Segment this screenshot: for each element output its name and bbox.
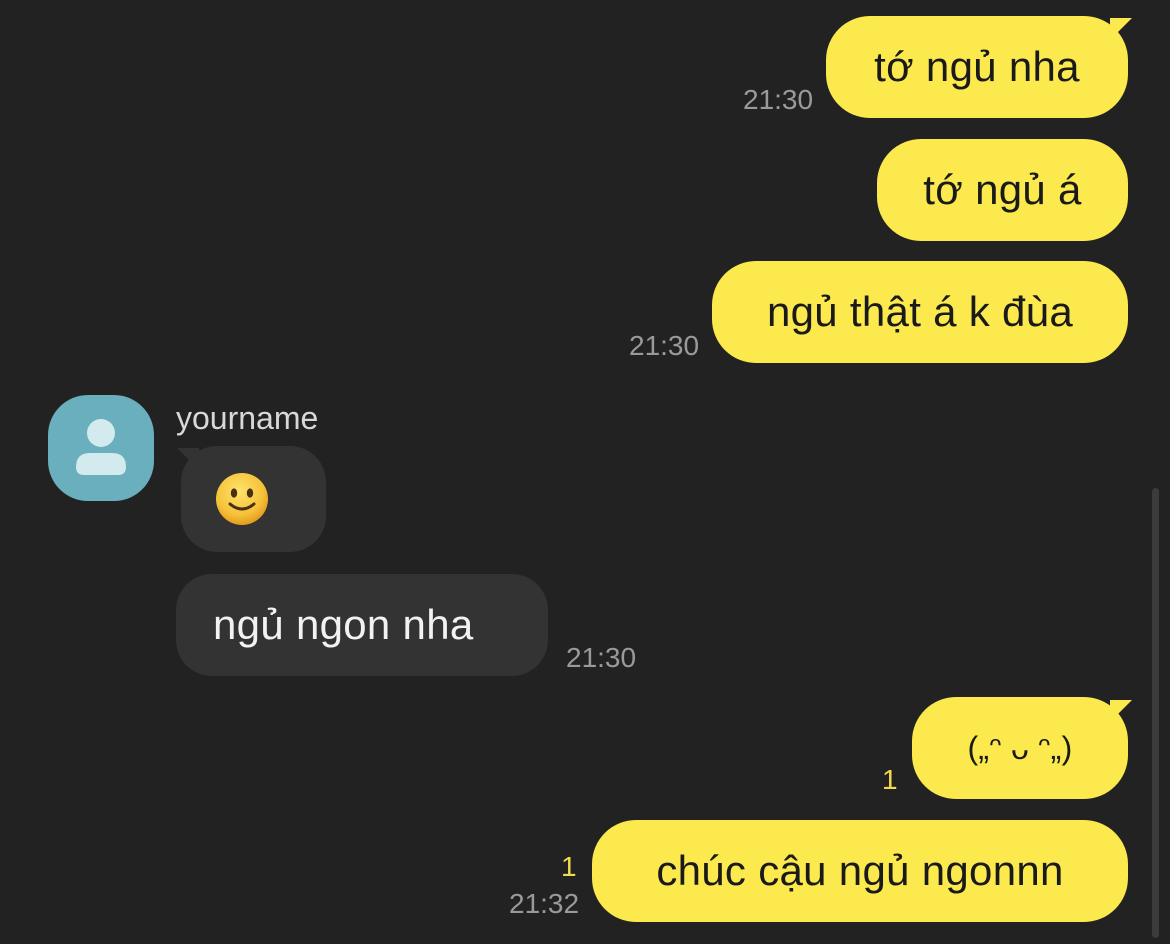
person-icon: [76, 419, 126, 475]
message-text: ngủ ngon nha: [213, 601, 474, 648]
scrollbar[interactable]: [1152, 488, 1159, 938]
unread-count: 1: [561, 851, 577, 882]
contact-avatar[interactable]: [48, 395, 154, 501]
message-text: chúc cậu ngủ ngonnn: [656, 847, 1064, 894]
message-timestamp: 21:30: [743, 84, 814, 115]
message-bubble-incoming[interactable]: ngủ ngon nha: [176, 574, 548, 676]
message-bubble-outgoing[interactable]: („ᵔ ᴗ ᵔ„): [912, 697, 1128, 799]
unread-count: 1: [882, 764, 898, 795]
message-bubble-outgoing[interactable]: chúc cậu ngủ ngonnn: [592, 820, 1128, 922]
message-timestamp: 21:30: [566, 642, 637, 673]
chat-view: tớ ngủ nha 21:30 tớ ngủ á ngủ thật á k đ…: [0, 0, 1170, 944]
message-text: („ᵔ ᴗ ᵔ„): [967, 730, 1073, 766]
sender-name: yourname: [176, 400, 319, 436]
message-bubble-outgoing[interactable]: tớ ngủ nha: [826, 16, 1128, 118]
message-timestamp: 21:32: [509, 888, 580, 919]
message-text: ngủ thật á k đùa: [766, 288, 1074, 335]
message-text: tớ ngủ nha: [874, 43, 1080, 90]
message-text: tớ ngủ á: [923, 166, 1082, 213]
message-timestamp: 21:30: [629, 330, 700, 361]
message-bubble-outgoing[interactable]: tớ ngủ á: [877, 139, 1128, 241]
message-bubble-incoming[interactable]: [181, 446, 326, 552]
slightly-smiling-face-icon: [216, 473, 268, 525]
message-bubble-outgoing[interactable]: ngủ thật á k đùa: [712, 261, 1128, 363]
